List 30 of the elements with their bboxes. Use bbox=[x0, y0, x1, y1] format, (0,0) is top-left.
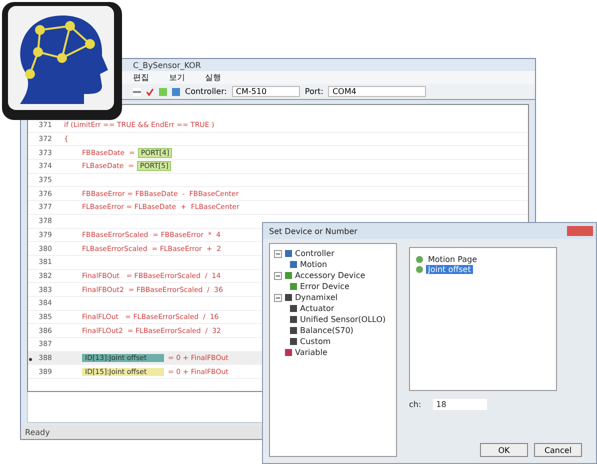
ch-dropdown[interactable]: 18 bbox=[433, 399, 488, 410]
tree-item[interactable]: Dynamixel bbox=[295, 293, 338, 302]
ch-label: ch: bbox=[409, 400, 422, 409]
expander-icon[interactable] bbox=[274, 294, 282, 302]
port-dropdown[interactable]: COM4 bbox=[328, 86, 426, 97]
menu-item[interactable]: 편집 bbox=[133, 72, 149, 83]
controller-label: Controller: bbox=[185, 87, 227, 96]
tree-item[interactable]: Variable bbox=[295, 348, 328, 357]
check-icon[interactable] bbox=[146, 88, 154, 96]
tree-item[interactable]: Balance(S70) bbox=[300, 326, 354, 335]
tree-item[interactable]: Controller bbox=[295, 249, 334, 258]
tree-item[interactable]: Accessory Device bbox=[295, 271, 366, 280]
dash-icon[interactable] bbox=[133, 88, 141, 96]
tree-item[interactable]: Custom bbox=[300, 337, 331, 346]
dialog-title: Set Device or Number bbox=[269, 226, 358, 236]
port-label: Port: bbox=[304, 87, 324, 96]
list-item[interactable]: Joint offset bbox=[426, 264, 473, 274]
tree-item[interactable]: Error Device bbox=[300, 282, 350, 291]
tree-item[interactable]: Motion bbox=[300, 260, 328, 269]
list-item[interactable]: Motion Page bbox=[426, 254, 480, 264]
tree-item[interactable]: Unified Sensor(OLLO) bbox=[300, 315, 386, 324]
controller-dropdown[interactable]: CM-510 bbox=[232, 86, 300, 97]
tree-item[interactable]: Actuator bbox=[300, 304, 334, 313]
menu-item[interactable]: 보기 bbox=[169, 72, 185, 83]
ok-button[interactable]: OK bbox=[480, 443, 528, 457]
menu-item[interactable]: 실행 bbox=[205, 72, 221, 83]
expander-icon[interactable] bbox=[274, 272, 282, 280]
expander-icon[interactable] bbox=[274, 250, 282, 258]
window-title: C_BySensor_KOR bbox=[132, 60, 202, 71]
cancel-button[interactable]: Cancel bbox=[534, 443, 582, 457]
